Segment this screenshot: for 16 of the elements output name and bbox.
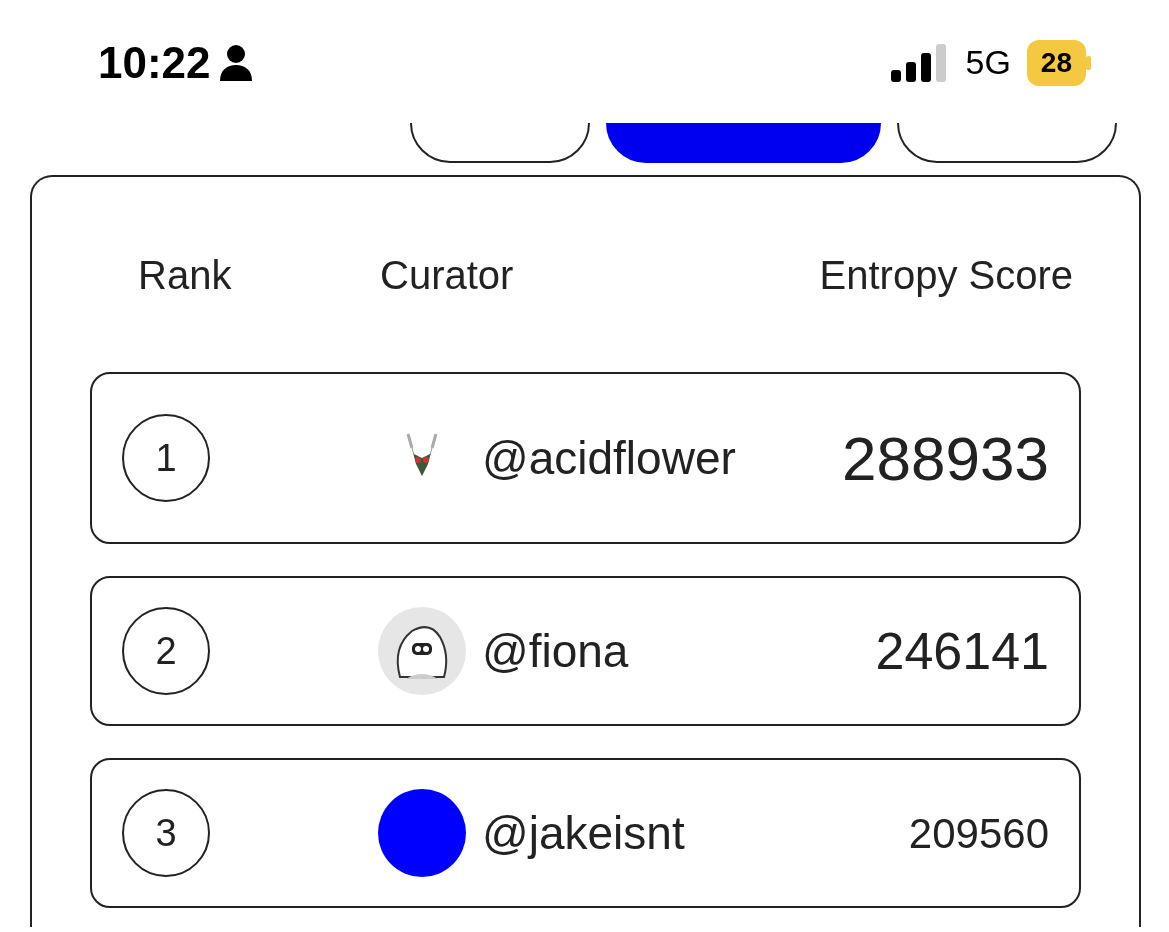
entropy-score: 246141: [875, 621, 1049, 682]
rank-badge: 2: [122, 607, 210, 695]
network-label: 5G: [965, 42, 1011, 83]
rank-badge: 3: [122, 789, 210, 877]
rank-badge: 1: [122, 414, 210, 502]
column-header: Curator: [380, 251, 514, 299]
column-header: Rank: [137, 251, 233, 299]
curator-handle: @fiona: [482, 623, 629, 679]
battery-level: 28: [1026, 39, 1086, 86]
column-header: Entropy Score: [819, 251, 1074, 299]
person-icon: [218, 43, 253, 82]
entropy-score: 288933: [842, 422, 1049, 495]
clock-time: 10:22: [98, 36, 211, 89]
curator-handle: @acidflower: [482, 430, 736, 486]
entropy-score: 209560: [908, 808, 1049, 859]
curator-handle: @jakeisnt: [482, 805, 685, 861]
